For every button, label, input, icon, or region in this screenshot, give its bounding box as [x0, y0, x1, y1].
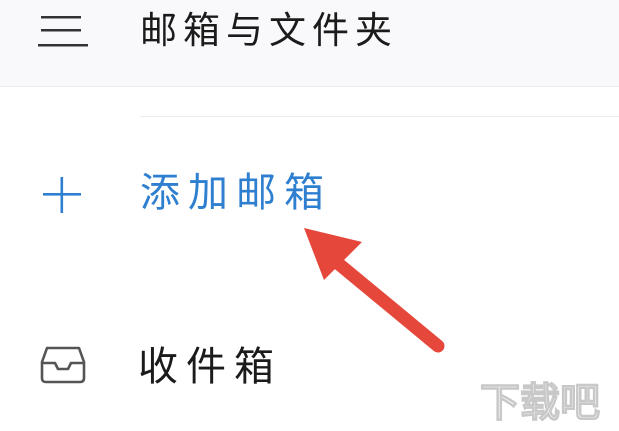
page-title: 邮箱与文件夹 [140, 9, 398, 52]
inbox-tray-icon [40, 346, 86, 384]
hamburger-menu-icon[interactable] [38, 14, 90, 50]
watermark-logo: 下载吧 [479, 379, 600, 426]
divider [140, 116, 619, 117]
inbox-label: 收件箱 [138, 344, 282, 390]
red-pointer-arrow-icon [304, 228, 445, 353]
plus-icon [43, 177, 81, 213]
watermark-text: 下载吧 [480, 380, 600, 426]
header-bar: 邮箱与文件夹 [0, 0, 619, 87]
add-mailbox-label: 添加邮箱 [140, 170, 332, 216]
